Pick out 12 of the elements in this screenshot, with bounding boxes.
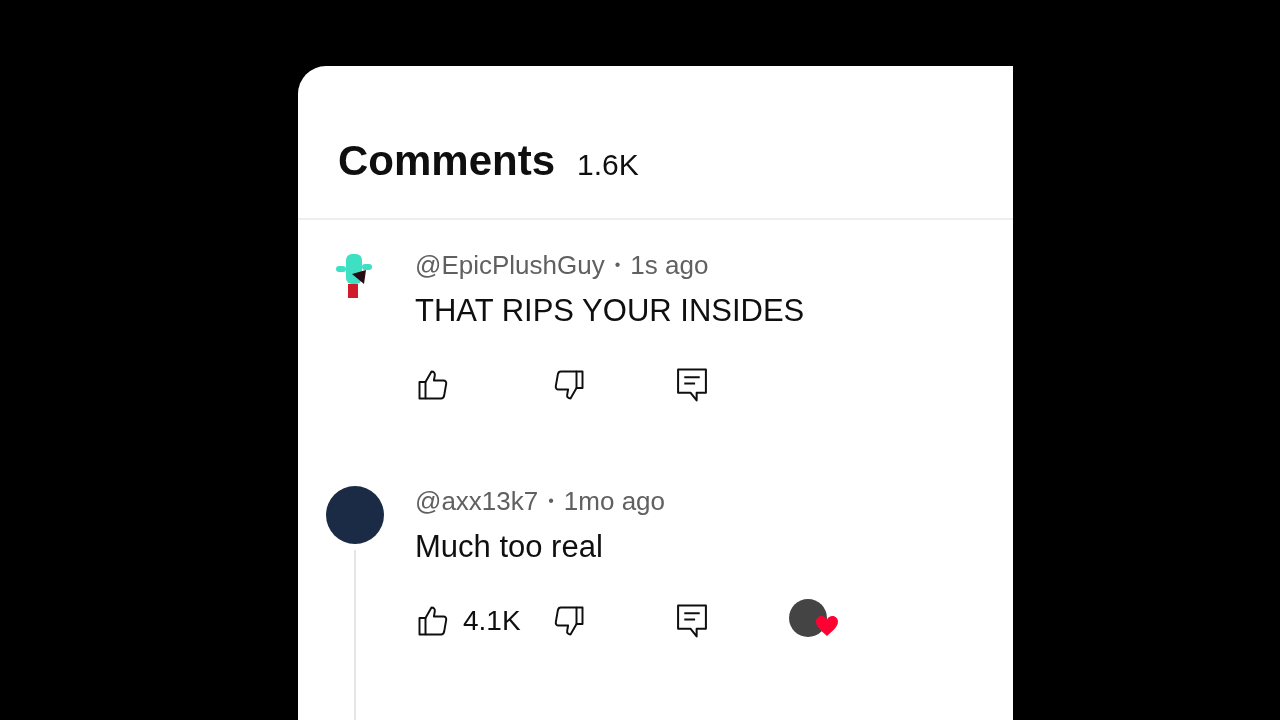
separator: •: [548, 493, 554, 509]
separator: •: [614, 257, 621, 273]
comment-author[interactable]: @axx13k7: [415, 488, 539, 514]
comment-text: THAT RIPS YOUR INSIDES: [415, 292, 805, 330]
panel-title: Comments: [338, 140, 556, 182]
avatar-photo-placeholder: [326, 486, 384, 544]
comment-time: 1s ago: [630, 252, 709, 278]
like-count: 4.1K: [463, 603, 521, 638]
comment-author[interactable]: @EpicPlushGuy: [415, 252, 605, 278]
comment-count: 1.6K: [577, 150, 639, 180]
comment-time: 1mo ago: [563, 488, 666, 514]
comment-text: Much too real: [415, 528, 604, 566]
